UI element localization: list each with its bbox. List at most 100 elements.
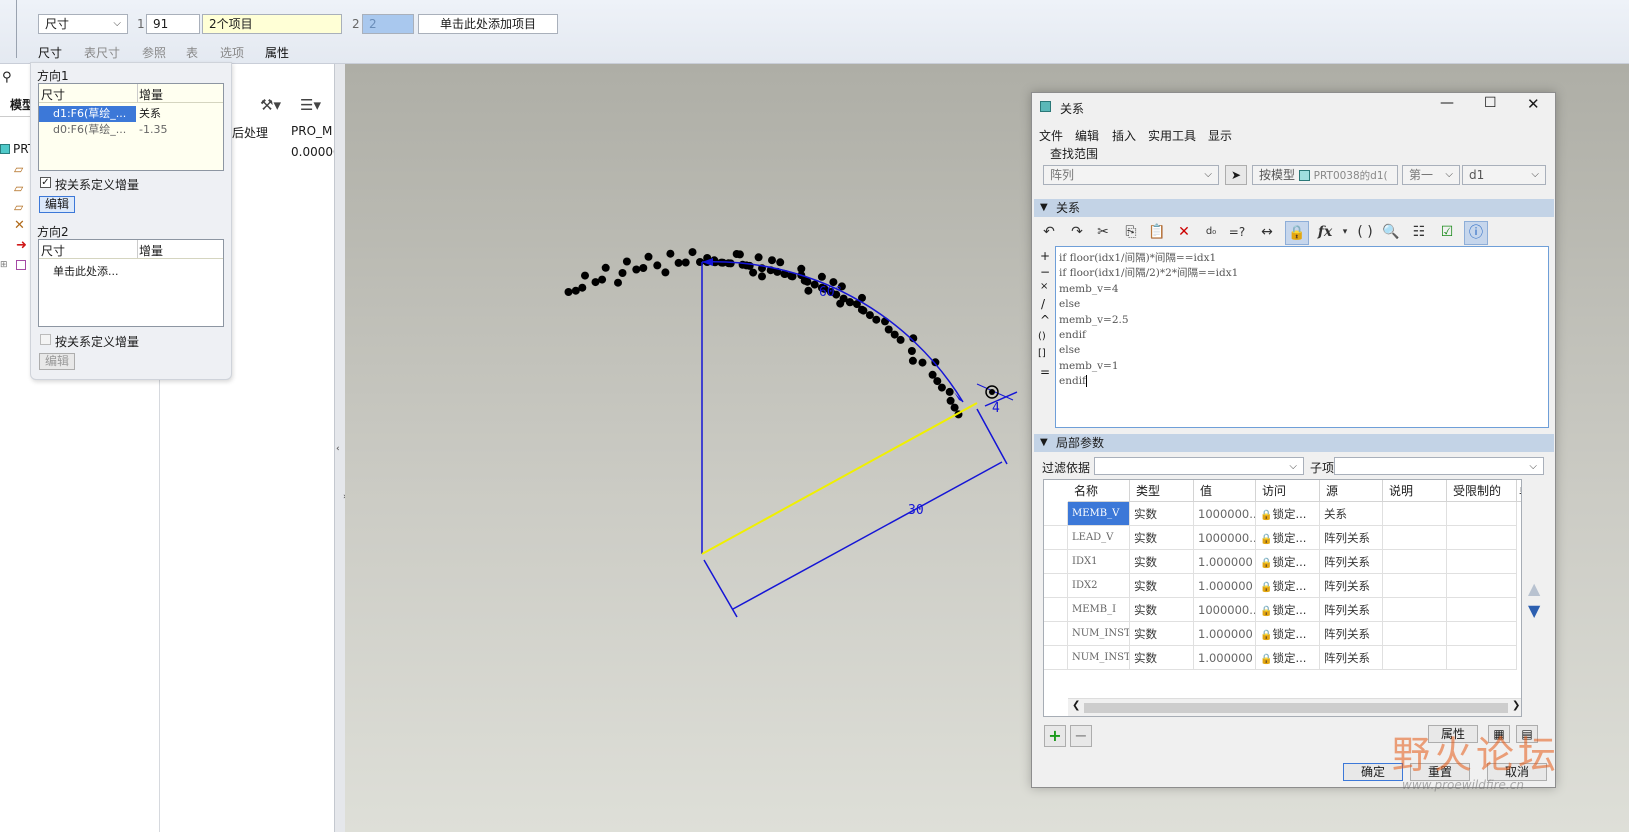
table-cell-name[interactable]: LEAD_V [1068,526,1130,550]
table-cell-empty[interactable] [1447,622,1517,646]
minimize-icon[interactable]: — [1440,95,1454,111]
table-cell-empty[interactable] [1383,646,1447,670]
table-cell-source[interactable]: 阵列关系 [1320,646,1383,670]
add-parameter-button[interactable]: + [1044,725,1066,747]
table-row[interactable] [1044,526,1068,550]
table-cell-type[interactable]: 实数 [1130,646,1194,670]
table-cell-type[interactable]: 实数 [1130,526,1194,550]
pattern-feature-icon[interactable] [16,260,26,270]
datum-plane-icon[interactable]: ▱ [14,200,23,214]
table-cell-name[interactable]: IDX1 [1068,550,1130,574]
column-header[interactable]: 受限制的 [1447,480,1517,502]
equals-operator[interactable]: = [1040,365,1050,379]
menu-utilities[interactable]: 实用工具 [1148,127,1196,144]
lock-parameter-icon[interactable]: 🔒 [1285,221,1309,245]
length-dimension-text[interactable]: 30 [908,503,924,518]
tab-table[interactable]: 表 [186,44,198,61]
pattern-type-combo[interactable]: 尺寸 ⌵ [38,14,128,34]
paste-icon[interactable]: 📋 [1146,221,1168,243]
dir2-edit-button[interactable]: 编辑 [39,353,75,370]
column-header[interactable]: 源 [1320,480,1383,502]
table-cell-value[interactable]: 1.000000 [1194,574,1256,598]
scroll-left-icon[interactable]: ❮ [1072,700,1080,711]
table-row[interactable] [1044,502,1068,526]
table-row-increment[interactable]: -1.35 [139,122,223,138]
menu-insert[interactable]: 插入 [1112,127,1136,144]
define-increment-checkbox[interactable] [40,334,51,345]
coordinate-system-icon[interactable]: ✕ [14,218,25,233]
chevron-down-icon[interactable]: ▾ [1334,221,1356,243]
horizontal-scrollbar[interactable]: ❮ ❯ [1068,698,1521,716]
table-cell-empty[interactable] [1447,574,1517,598]
verify-icon[interactable]: ☑ [1436,221,1458,243]
table-cell-source[interactable]: 阵列关系 [1320,526,1383,550]
table-row[interactable] [1044,646,1068,670]
parameters-table[interactable]: 名称类型值访问源说明受限制的单 MEMB_V实数1000000...🔒锁定...… [1043,479,1522,717]
tab-dimensions[interactable]: 尺寸 [38,44,62,61]
table-cell-source[interactable]: 阵列关系 [1320,550,1383,574]
selected-radius-line[interactable] [701,402,978,555]
table-cell-value[interactable]: 1.000000 [1194,550,1256,574]
table-cell-source[interactable]: 阵列关系 [1320,574,1383,598]
table-cell-access[interactable]: 🔒锁定... [1256,598,1320,622]
sort-relations-icon[interactable]: ☷ [1408,221,1430,243]
table-row[interactable] [1044,550,1068,574]
table-cell-type[interactable]: 实数 [1130,574,1194,598]
d1-combo[interactable]: d1 ⌵ [1462,165,1546,185]
table-cell-source[interactable]: 阵列关系 [1320,598,1383,622]
expand-icon[interactable]: ⊞ [0,260,8,270]
table-cell-source[interactable]: 阵列关系 [1320,622,1383,646]
datum-plane-icon[interactable]: ▱ [14,162,23,176]
small-dimension-text[interactable]: 4 [992,401,1000,416]
tab-properties[interactable]: 属性 [265,44,289,61]
tree-settings-icon[interactable]: ⚲ [2,70,12,85]
column-header[interactable]: 值 [1194,480,1256,502]
define-increment-checkbox-checked[interactable]: ✓ [40,177,51,188]
function-icon[interactable]: fx [1314,221,1336,243]
tab-table-dimensions[interactable]: 表尺寸 [84,44,120,61]
dimension-icon[interactable]: ↔ [1256,221,1278,243]
tab-references[interactable]: 参照 [142,44,166,61]
sub-item-combo[interactable]: ⌵ [1334,457,1544,475]
close-icon[interactable]: ✕ [1527,95,1540,113]
brackets-icon[interactable]: ( ) [1354,221,1376,243]
maximize-icon[interactable]: ☐ [1484,95,1497,111]
sash-divider[interactable]: ‹ › [334,64,347,832]
collapse-icon[interactable]: ‹ [336,444,340,454]
table-cell-access[interactable]: 🔒锁定... [1256,526,1320,550]
dir2-count-input[interactable]: 2 [362,14,414,34]
column-header[interactable]: 单 [1517,480,1521,502]
undo-icon[interactable]: ↶ [1038,221,1060,243]
move-down-icon[interactable]: ▼ [1528,601,1540,620]
table-cell-access[interactable]: 🔒锁定... [1256,502,1320,526]
table-cell-empty[interactable] [1447,646,1517,670]
table-row[interactable] [1044,598,1068,622]
table-cell-name[interactable]: MEMB_V [1068,502,1130,526]
move-up-icon[interactable]: ▲ [1528,579,1540,598]
table-cell-value[interactable]: 1000000... [1194,526,1256,550]
power-operator[interactable]: ^ [1040,313,1050,327]
select-pointer-button[interactable]: ➤ [1225,165,1247,185]
table-cell-value[interactable]: 1.000000 [1194,646,1256,670]
table-cell-value[interactable]: 1000000... [1194,598,1256,622]
table-row[interactable] [1044,574,1068,598]
table-cell-empty[interactable] [1383,526,1447,550]
relations-editor[interactable]: if floor(idx1/间隔)*间隔==idx1 if floor(idx1… [1055,246,1549,428]
table-row[interactable]: d1:F6(草绘_... [39,106,136,122]
scroll-right-icon[interactable]: ❯ [1512,700,1520,711]
info-icon[interactable]: ⓘ [1464,221,1488,245]
menu-file[interactable]: 文件 [1039,127,1063,144]
dir1-items-field[interactable]: 2个项目 [202,14,342,34]
model-selector[interactable]: 按模型 PRT0038的d1( [1252,165,1398,185]
scrollbar-thumb[interactable] [1084,703,1508,713]
cut-icon[interactable]: ✂ [1092,221,1114,243]
table-cell-name[interactable]: MEMB_I [1068,598,1130,622]
table-row[interactable]: d0:F6(草绘_... [39,122,136,138]
tree-columns-icon[interactable]: ☰▾ [300,96,321,114]
filter-combo[interactable]: ⌵ [1094,457,1304,475]
column-header[interactable]: 访问 [1256,480,1320,502]
table-cell-value[interactable]: 1.000000 [1194,622,1256,646]
relations-section-header[interactable]: ▼ 关系 [1034,199,1554,217]
minus-operator[interactable]: − [1040,265,1050,279]
insert-here-arrow-icon[interactable]: ➜ [16,238,27,253]
